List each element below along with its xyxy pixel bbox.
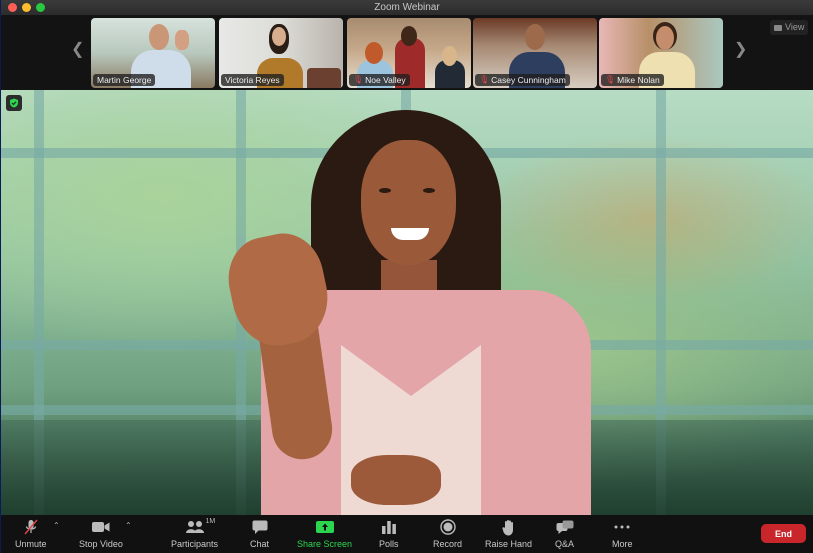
participant-head [272, 27, 286, 46]
window-title: Zoom Webinar [374, 2, 440, 13]
qa-bubbles-icon [556, 518, 574, 536]
share-screen-icon [315, 518, 334, 536]
bar-chart-icon [381, 518, 397, 536]
participant-tile-mike-nolan[interactable]: 🎙 Mike Nolan [599, 18, 723, 88]
stop-video-button[interactable]: Stop Video [79, 518, 123, 549]
share-screen-button[interactable]: Share Screen [297, 518, 352, 549]
gallery-strip: ❮ Martin George Victoria Reyes 🎙 Noe Val… [1, 15, 813, 90]
record-button[interactable]: Record [433, 518, 462, 549]
more-button[interactable]: More [612, 518, 633, 549]
mic-muted-icon: 🎙 [353, 75, 364, 84]
speaker-smile [391, 228, 429, 240]
record-icon [439, 518, 456, 536]
polls-button[interactable]: Polls [379, 518, 399, 549]
participant-tile-casey-cunningham[interactable]: 🎙 Casey Cunningham [473, 18, 597, 88]
raise-hand-button[interactable]: Raise Hand [485, 518, 532, 549]
participant-name-label: 🎙 Mike Nolan [601, 74, 664, 86]
chat-button[interactable]: Chat [250, 518, 269, 549]
view-button[interactable]: View [770, 20, 809, 35]
waving-hand [175, 30, 189, 50]
chevron-right-icon[interactable]: ❯ [734, 42, 747, 58]
participant-tile-martin-george[interactable]: Martin George [91, 18, 215, 88]
participant-head [656, 26, 674, 50]
shield-check-icon[interactable] [6, 95, 22, 111]
speaker [220, 110, 591, 515]
audio-options-caret[interactable]: ⌃ [53, 521, 60, 530]
qa-button[interactable]: Q&A [555, 518, 574, 549]
title-bar: Zoom Webinar [1, 0, 813, 15]
end-button[interactable]: End [761, 524, 806, 543]
active-speaker-video [1, 90, 813, 515]
participants-count: 1M [205, 518, 216, 525]
meeting-toolbar: Unmute ⌃ Stop Video ⌃ 1M Participants Ch… [1, 515, 813, 553]
participant-name-label: Martin George [93, 74, 156, 86]
video-camera-icon [91, 518, 110, 536]
participant-name-label: 🎙 Noe Valley [349, 74, 410, 86]
raise-hand-icon [501, 518, 516, 536]
participants-button[interactable]: 1M Participants [171, 518, 218, 549]
mic-muted-icon: 🎙 [479, 75, 490, 84]
participants-icon: 1M [185, 518, 215, 536]
more-dots-icon [613, 518, 631, 536]
mic-muted-icon: 🎙 [605, 75, 616, 84]
participant-tile-victoria-reyes[interactable]: Victoria Reyes [219, 18, 343, 88]
participant-head [525, 24, 545, 50]
participant-head [149, 24, 169, 50]
participant-head [401, 26, 417, 46]
speaker-eye [423, 188, 435, 193]
participant-tile-noe-valley[interactable]: 🎙 Noe Valley [347, 18, 471, 88]
grid-view-icon [774, 24, 782, 31]
chat-bubble-icon [252, 518, 268, 536]
speaker-face [361, 140, 456, 265]
speaker-hands [351, 455, 441, 505]
unmute-button[interactable]: Unmute [15, 518, 47, 549]
zoom-window: Zoom Webinar ❮ Martin George Victoria Re… [1, 0, 813, 553]
participant-name-label: Victoria Reyes [221, 74, 284, 86]
participant-head [365, 42, 383, 64]
speaker-eye [379, 188, 391, 193]
video-options-caret[interactable]: ⌃ [125, 521, 132, 530]
participant-name-label: 🎙 Casey Cunningham [475, 74, 570, 86]
chevron-left-icon[interactable]: ❮ [71, 42, 84, 58]
participant-head [442, 46, 457, 66]
mic-muted-icon [23, 518, 39, 536]
sofa [307, 68, 341, 88]
